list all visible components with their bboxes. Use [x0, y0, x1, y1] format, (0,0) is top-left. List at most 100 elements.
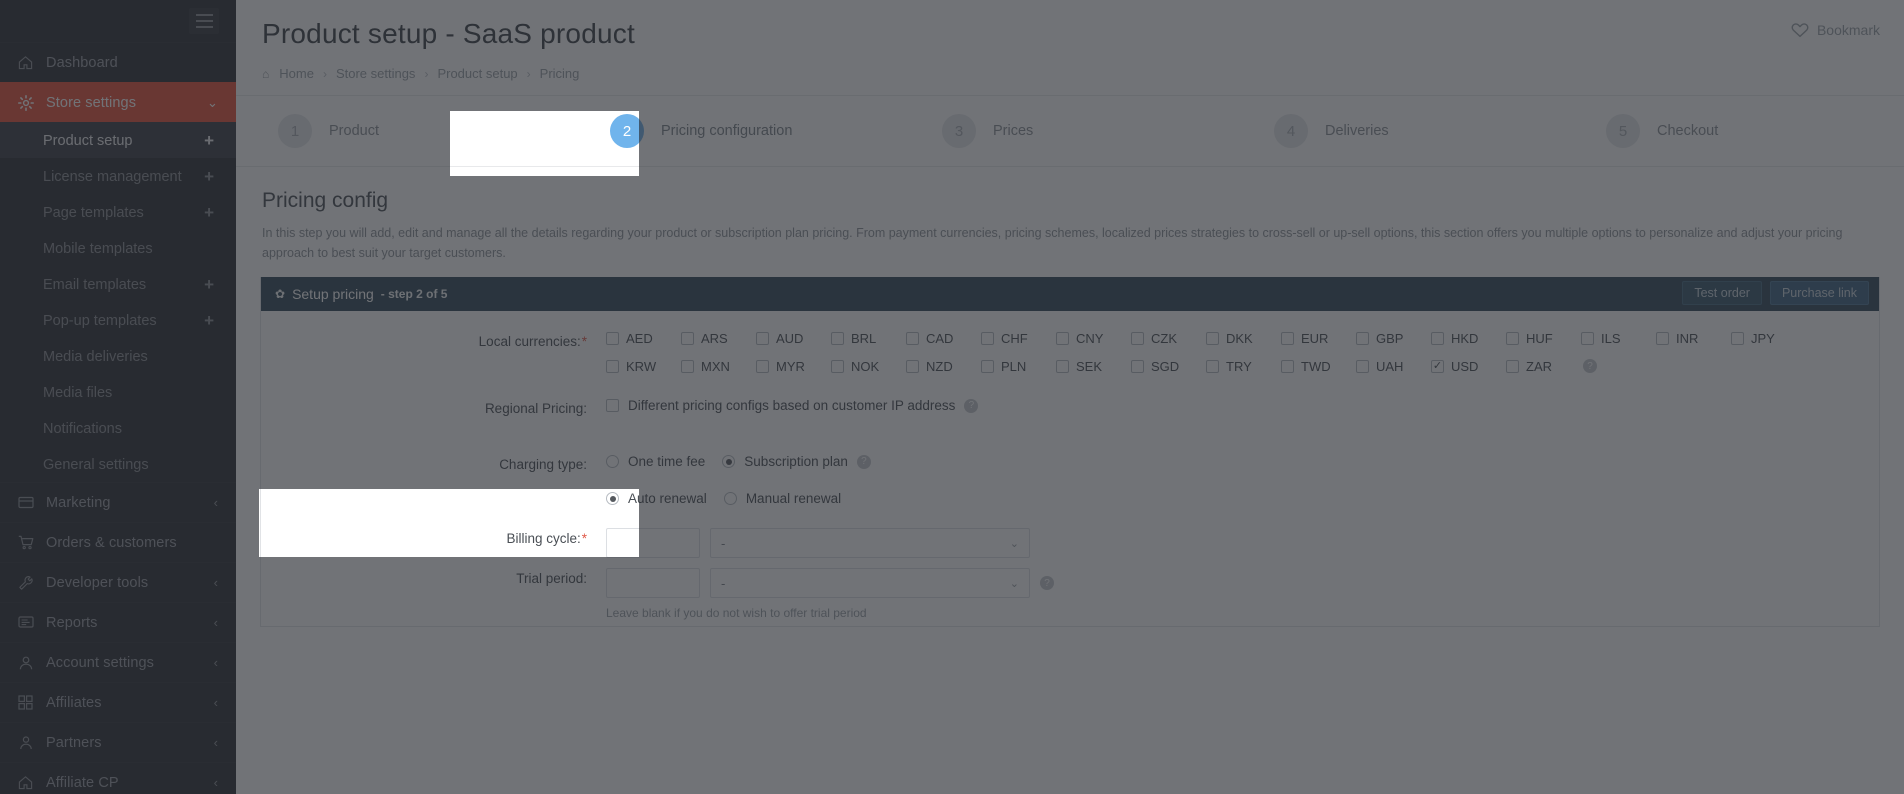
subscription-plan-label[interactable]: Subscription plan [744, 454, 848, 469]
currency-checkbox-jpy[interactable] [1731, 332, 1744, 345]
currency-option-hkd[interactable]: HKD [1431, 331, 1506, 346]
step-3-prices[interactable]: 3 Prices [904, 114, 1236, 148]
currency-checkbox-chf[interactable] [981, 332, 994, 345]
sidebar-item-marketing[interactable]: Marketing ‹ [0, 482, 236, 522]
sidebar-item-media-files[interactable]: Media files [0, 374, 236, 410]
sidebar-item-popup-templates[interactable]: Pop-up templates + [0, 302, 236, 338]
sidebar-item-reports[interactable]: Reports ‹ [0, 602, 236, 642]
billing-cycle-number-input[interactable] [606, 528, 639, 557]
breadcrumb-store-settings[interactable]: Store settings [336, 66, 416, 81]
currency-option-jpy[interactable]: JPY [1731, 331, 1806, 346]
purchase-link-button[interactable]: Purchase link [1769, 281, 1869, 305]
currency-option-uah[interactable]: UAH [1356, 359, 1431, 374]
currency-option-cny[interactable]: CNY [1056, 331, 1131, 346]
currency-checkbox-brl[interactable] [831, 332, 844, 345]
currency-option-sgd[interactable]: SGD [1131, 359, 1206, 374]
currency-checkbox-czk[interactable] [1131, 332, 1144, 345]
radio-manual-renewal[interactable] [723, 492, 737, 505]
currency-option-krw[interactable]: KRW [606, 359, 681, 374]
currency-option-nzd[interactable]: NZD [906, 359, 981, 374]
currency-option-myr[interactable]: MYR [756, 359, 831, 374]
one-time-fee-label[interactable]: One time fee [628, 454, 705, 469]
currency-checkbox-sgd[interactable] [1131, 360, 1144, 373]
currency-option-try[interactable]: TRY [1206, 359, 1281, 374]
currency-checkbox-usd[interactable] [1431, 360, 1444, 373]
plus-icon[interactable]: + [204, 168, 214, 185]
auto-renewal-label[interactable]: Auto renewal [628, 491, 707, 506]
sidebar-item-dashboard[interactable]: Dashboard [0, 42, 236, 82]
sidebar-item-mobile-templates[interactable]: Mobile templates [0, 230, 236, 266]
sidebar-item-email-templates[interactable]: Email templates + [0, 266, 236, 302]
currency-checkbox-inr[interactable] [1656, 332, 1669, 345]
sidebar-item-partners[interactable]: Partners ‹ [0, 722, 236, 762]
sidebar-item-page-templates[interactable]: Page templates + [0, 194, 236, 230]
currency-option-aud[interactable]: AUD [756, 331, 831, 346]
trial-period-number-input[interactable] [606, 568, 700, 598]
breadcrumb-pricing[interactable]: Pricing [540, 66, 580, 81]
hamburger-icon[interactable] [189, 8, 219, 34]
currency-checkbox-cad[interactable] [906, 332, 919, 345]
currency-option-dkk[interactable]: DKK [1206, 331, 1281, 346]
currency-checkbox-twd[interactable] [1281, 360, 1294, 373]
currency-option-pln[interactable]: PLN [981, 359, 1056, 374]
currency-checkbox-gbp[interactable] [1356, 332, 1369, 345]
currency-option-zar[interactable]: ZAR [1506, 359, 1581, 374]
currency-option-gbp[interactable]: GBP [1356, 331, 1431, 346]
currency-checkbox-aud[interactable] [756, 332, 769, 345]
breadcrumb-home[interactable]: Home [279, 66, 314, 81]
sidebar-item-account-settings[interactable]: Account settings ‹ [0, 642, 236, 682]
test-order-button[interactable]: Test order [1682, 281, 1762, 305]
help-icon[interactable]: ? [964, 398, 979, 413]
currency-checkbox-nzd[interactable] [906, 360, 919, 373]
plus-icon[interactable]: + [204, 132, 214, 149]
currency-checkbox-zar[interactable] [1506, 360, 1519, 373]
currency-checkbox-eur[interactable] [1281, 332, 1294, 345]
manual-renewal-label[interactable]: Manual renewal [746, 491, 841, 506]
currency-option-cad[interactable]: CAD [906, 331, 981, 346]
sidebar-item-license-management[interactable]: License management + [0, 158, 236, 194]
plus-icon[interactable]: + [204, 312, 214, 329]
sidebar-item-affiliates[interactable]: Affiliates ‹ [0, 682, 236, 722]
currency-checkbox-aed[interactable] [606, 332, 619, 345]
currency-checkbox-pln[interactable] [981, 360, 994, 373]
currency-checkbox-hkd[interactable] [1431, 332, 1444, 345]
currency-checkbox-mxn[interactable] [681, 360, 694, 373]
step-4-deliveries[interactable]: 4 Deliveries [1236, 114, 1568, 148]
breadcrumb-product-setup[interactable]: Product setup [437, 66, 517, 81]
radio-auto-renewal[interactable] [606, 492, 619, 505]
currency-checkbox-uah[interactable] [1356, 360, 1369, 373]
help-icon[interactable]: ? [1583, 359, 1597, 373]
radio-one-time-fee[interactable] [606, 455, 619, 468]
sidebar-item-product-setup[interactable]: Product setup + [0, 122, 236, 158]
sidebar-item-general-settings[interactable]: General settings [0, 446, 236, 482]
currency-checkbox-myr[interactable] [756, 360, 769, 373]
sidebar-item-media-deliveries[interactable]: Media deliveries [0, 338, 236, 374]
regional-pricing-checkbox-wrap[interactable]: Different pricing configs based on custo… [606, 398, 1879, 413]
help-icon[interactable]: ? [856, 454, 871, 469]
currency-option-brl[interactable]: BRL [831, 331, 906, 346]
currency-option-sek[interactable]: SEK [1056, 359, 1131, 374]
auto-renewal-label[interactable]: Auto renewal [628, 491, 639, 506]
sidebar-item-notifications[interactable]: Notifications [0, 410, 236, 446]
currency-option-mxn[interactable]: MXN [681, 359, 756, 374]
currency-option-huf[interactable]: HUF [1506, 331, 1581, 346]
currency-checkbox-krw[interactable] [606, 360, 619, 373]
bookmark-button[interactable]: Bookmark [1791, 22, 1880, 38]
currency-checkbox-ils[interactable] [1581, 332, 1594, 345]
currency-option-czk[interactable]: CZK [1131, 331, 1206, 346]
currency-checkbox-nok[interactable] [831, 360, 844, 373]
billing-cycle-select[interactable]: - ⌄ [710, 528, 1030, 558]
currency-checkbox-cny[interactable] [1056, 332, 1069, 345]
currency-option-chf[interactable]: CHF [981, 331, 1056, 346]
currency-option-inr[interactable]: INR [1656, 331, 1731, 346]
sidebar-item-affiliate-cp[interactable]: Affiliate CP ‹ [0, 762, 236, 794]
currency-checkbox-dkk[interactable] [1206, 332, 1219, 345]
trial-period-select[interactable]: - ⌄ [710, 568, 1030, 598]
radio-subscription-plan[interactable] [722, 455, 736, 468]
sidebar-item-store-settings[interactable]: Store settings ⌄ [0, 82, 236, 122]
sidebar-item-orders-customers[interactable]: Orders & customers [0, 522, 236, 562]
currency-checkbox-try[interactable] [1206, 360, 1219, 373]
help-icon[interactable]: ? [1040, 576, 1054, 590]
currency-option-ars[interactable]: ARS [681, 331, 756, 346]
currency-option-aed[interactable]: AED [606, 331, 681, 346]
